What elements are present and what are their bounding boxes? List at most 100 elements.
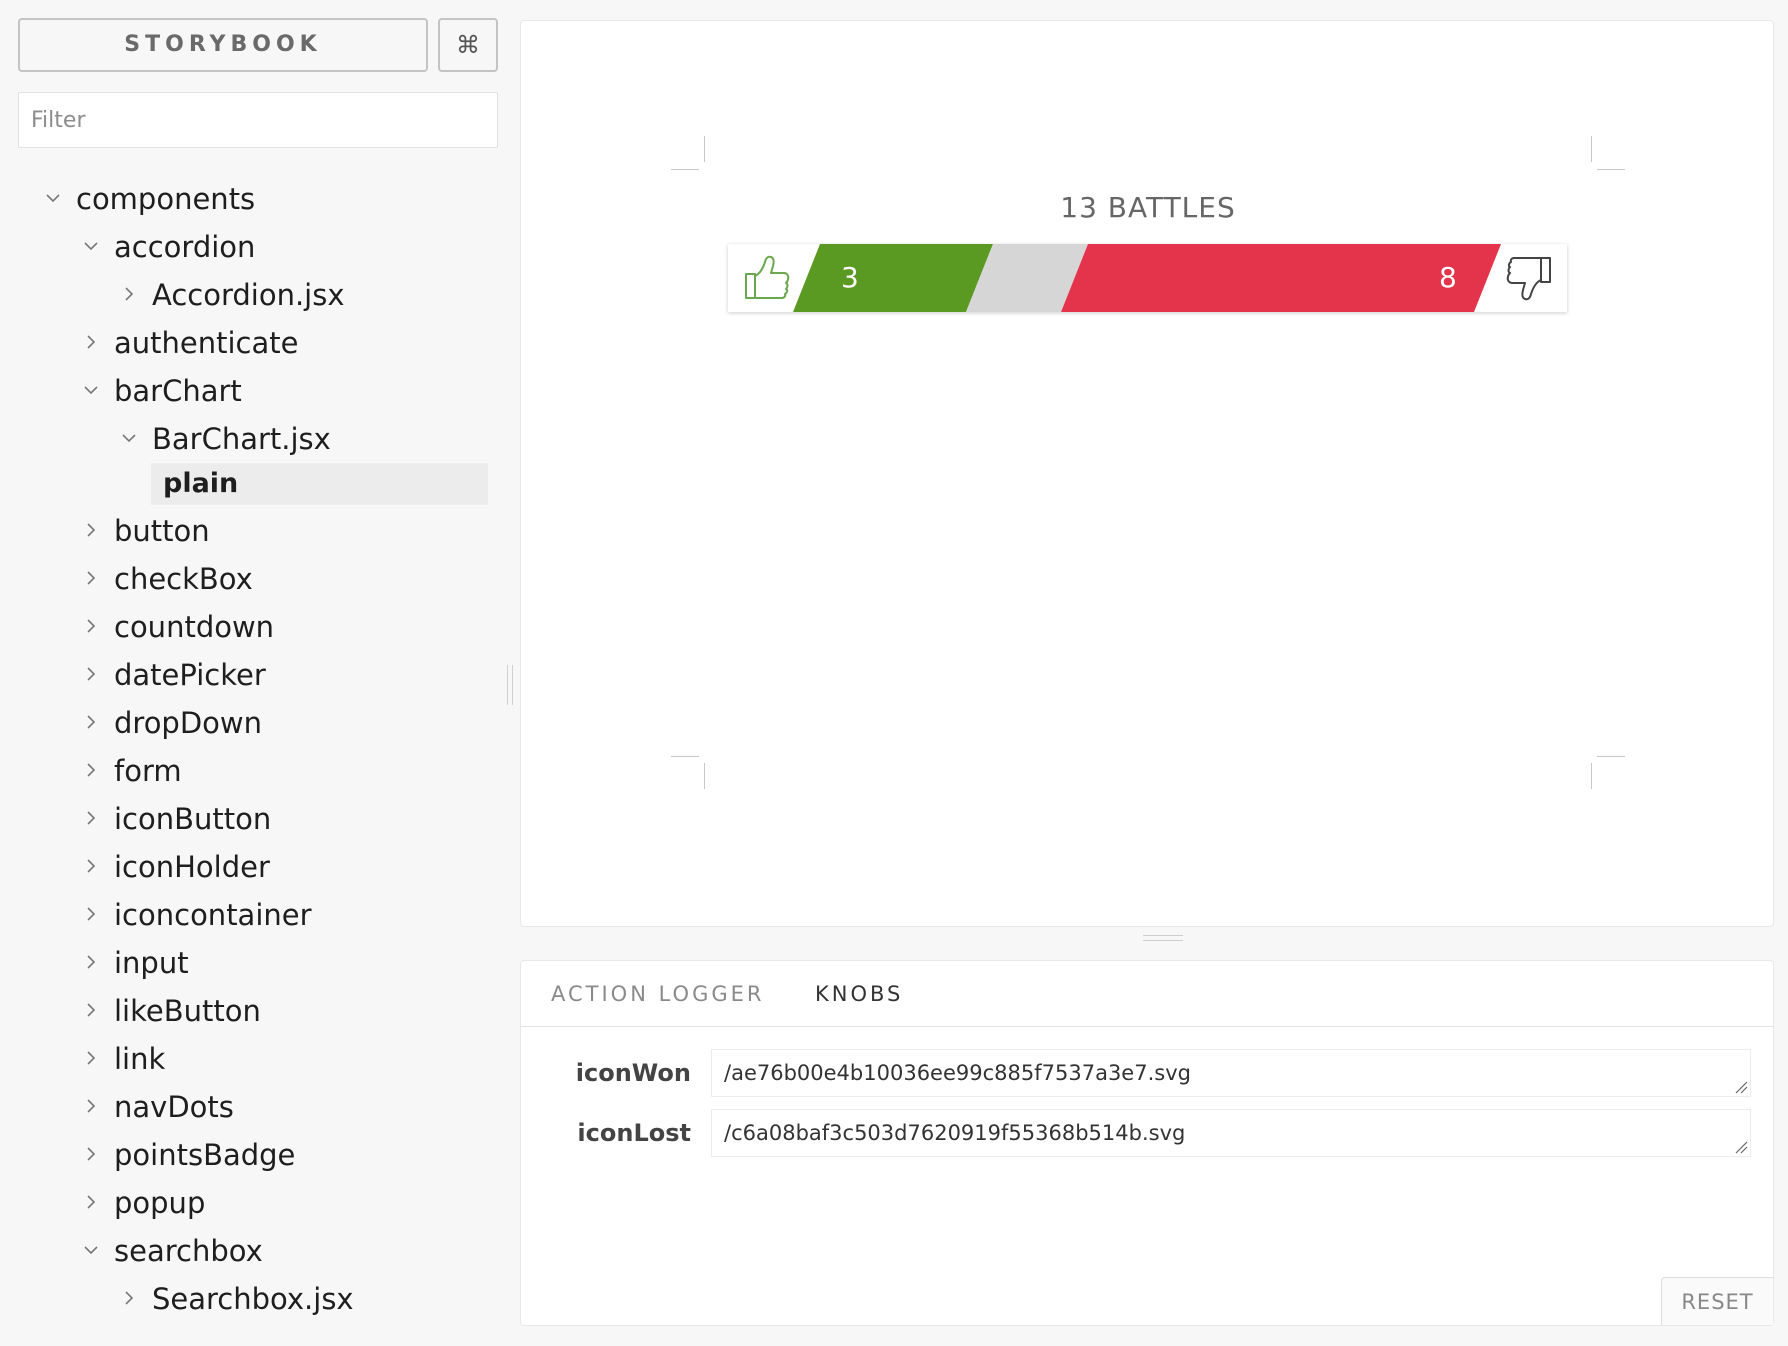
- lost-segment: [1061, 244, 1501, 312]
- tree-item-label: link: [114, 1042, 166, 1076]
- tree-item-label: components: [76, 182, 256, 216]
- chevron-right-icon[interactable]: [78, 699, 106, 747]
- chevron-right-icon[interactable]: [78, 1131, 106, 1179]
- chevron-right-icon[interactable]: [78, 795, 106, 843]
- chevron-right-icon[interactable]: [78, 1179, 106, 1227]
- tree-item-label: searchbox: [114, 1234, 263, 1268]
- tab-action-logger[interactable]: ACTION LOGGER: [551, 961, 764, 1027]
- tree-item-label: popup: [114, 1186, 206, 1220]
- resize-grip-icon[interactable]: [1734, 1080, 1748, 1094]
- story-preview: 13 BATTLES 3 8: [520, 20, 1774, 927]
- tree-item-label: checkBox: [114, 562, 253, 596]
- panel-resize-handle[interactable]: [1143, 935, 1183, 941]
- thumbs-up-icon: [742, 254, 792, 307]
- chevron-right-icon[interactable]: [78, 603, 106, 651]
- chevron-right-icon[interactable]: [78, 939, 106, 987]
- tree-item-countdown[interactable]: countdown: [0, 603, 500, 651]
- tree-item-iconholder[interactable]: iconHolder: [0, 843, 500, 891]
- chevron-right-icon[interactable]: [78, 555, 106, 603]
- crop-mark: [1597, 756, 1625, 757]
- crop-mark: [671, 756, 699, 757]
- shortcuts-button[interactable]: ⌘: [438, 18, 498, 72]
- chevron-down-icon[interactable]: [78, 1227, 106, 1275]
- battles-title: 13 BATTLES: [1060, 191, 1236, 224]
- knob-label-iconwon: iconWon: [575, 1059, 691, 1087]
- knob-field-iconlost[interactable]: /c6a08baf3c503d7620919f55368b514b.svg: [711, 1109, 1751, 1157]
- tree-item-label: countdown: [114, 610, 275, 644]
- tree-item-button[interactable]: button: [0, 507, 500, 555]
- tree-item-iconbutton[interactable]: iconButton: [0, 795, 500, 843]
- tree-item-form[interactable]: form: [0, 747, 500, 795]
- tree-item-label: datePicker: [114, 658, 266, 692]
- battle-bar-chart: 3 8: [728, 244, 1567, 312]
- crop-mark: [1591, 763, 1592, 789]
- tree-item-popup[interactable]: popup: [0, 1179, 500, 1227]
- knob-field-iconwon[interactable]: /ae76b00e4b10036ee99c885f7537a3e7.svg: [711, 1049, 1751, 1097]
- tree-item-datepicker[interactable]: datePicker: [0, 651, 500, 699]
- tree-item-label: BarChart.jsx: [152, 422, 331, 456]
- tree-item-iconcontainer[interactable]: iconcontainer: [0, 891, 500, 939]
- chevron-right-icon[interactable]: [78, 987, 106, 1035]
- tree-item-label: navDots: [114, 1090, 234, 1124]
- tree-item-authenticate[interactable]: authenticate: [0, 319, 500, 367]
- chevron-down-icon[interactable]: [78, 367, 106, 415]
- tree-item-checkbox[interactable]: checkBox: [0, 555, 500, 603]
- story-tree: components accordion Accordion.jsx authenti…: [0, 175, 500, 1323]
- tree-item-label: plain: [163, 468, 239, 499]
- tree-item-link[interactable]: link: [0, 1035, 500, 1083]
- chevron-right-icon[interactable]: [78, 891, 106, 939]
- tree-item-searchbox-jsx[interactable]: Searchbox.jsx: [0, 1275, 500, 1323]
- won-count: 3: [841, 261, 859, 294]
- tree-item-label: iconButton: [114, 802, 272, 836]
- storybook-brand-button[interactable]: STORYBOOK: [18, 18, 428, 72]
- knob-label-iconlost: iconLost: [577, 1119, 691, 1147]
- tree-item-label: form: [114, 754, 182, 788]
- chevron-right-icon[interactable]: [78, 747, 106, 795]
- tree-item-label: dropDown: [114, 706, 263, 740]
- sidebar-resize-handle[interactable]: [507, 665, 513, 705]
- filter-input[interactable]: [18, 92, 498, 148]
- tree-item-label: pointsBadge: [114, 1138, 296, 1172]
- tree-item-searchbox[interactable]: searchbox: [0, 1227, 500, 1275]
- tree-item-label: button: [114, 514, 210, 548]
- chevron-down-icon[interactable]: [116, 415, 144, 463]
- chevron-right-icon[interactable]: [78, 651, 106, 699]
- tree-item-label: likeButton: [114, 994, 261, 1028]
- chevron-down-icon[interactable]: [78, 223, 106, 271]
- tree-item-label: input: [114, 946, 189, 980]
- chevron-right-icon[interactable]: [116, 271, 144, 319]
- won-segment: [793, 244, 993, 312]
- tab-knobs[interactable]: KNOBS: [815, 961, 903, 1027]
- lost-count: 8: [1439, 261, 1457, 294]
- addon-panel: ACTION LOGGER KNOBS iconWon /ae76b00e4b1…: [520, 960, 1774, 1326]
- command-key-icon: ⌘: [456, 31, 480, 59]
- tree-item-label: accordion: [114, 230, 256, 264]
- tree-item-label: iconHolder: [114, 850, 270, 884]
- chevron-down-icon[interactable]: [40, 175, 68, 223]
- tree-item-navdots[interactable]: navDots: [0, 1083, 500, 1131]
- resize-grip-icon[interactable]: [1734, 1140, 1748, 1154]
- tree-item-components[interactable]: components: [0, 175, 500, 223]
- chevron-right-icon[interactable]: [116, 1275, 144, 1323]
- tree-item-pointsbadge[interactable]: pointsBadge: [0, 1131, 500, 1179]
- crop-mark: [704, 763, 705, 789]
- story-plain-selected[interactable]: plain: [0, 463, 500, 507]
- tree-item-barchart[interactable]: barChart: [0, 367, 500, 415]
- tree-item-accordion[interactable]: accordion: [0, 223, 500, 271]
- chevron-right-icon[interactable]: [78, 1083, 106, 1131]
- reset-button[interactable]: RESET: [1661, 1277, 1773, 1325]
- tree-item-barchart-jsx[interactable]: BarChart.jsx: [0, 415, 500, 463]
- tree-item-label: Searchbox.jsx: [152, 1282, 354, 1316]
- chevron-right-icon[interactable]: [78, 843, 106, 891]
- knob-value-iconlost: /c6a08baf3c503d7620919f55368b514b.svg: [724, 1121, 1186, 1145]
- chevron-right-icon[interactable]: [78, 507, 106, 555]
- tree-item-label: barChart: [114, 374, 242, 408]
- tree-item-dropdown[interactable]: dropDown: [0, 699, 500, 747]
- tree-item-accordion-jsx[interactable]: Accordion.jsx: [0, 271, 500, 319]
- tree-item-input[interactable]: input: [0, 939, 500, 987]
- tree-item-label: iconcontainer: [114, 898, 312, 932]
- addon-tabs: ACTION LOGGER KNOBS: [521, 961, 1773, 1027]
- chevron-right-icon[interactable]: [78, 319, 106, 367]
- chevron-right-icon[interactable]: [78, 1035, 106, 1083]
- tree-item-likebutton[interactable]: likeButton: [0, 987, 500, 1035]
